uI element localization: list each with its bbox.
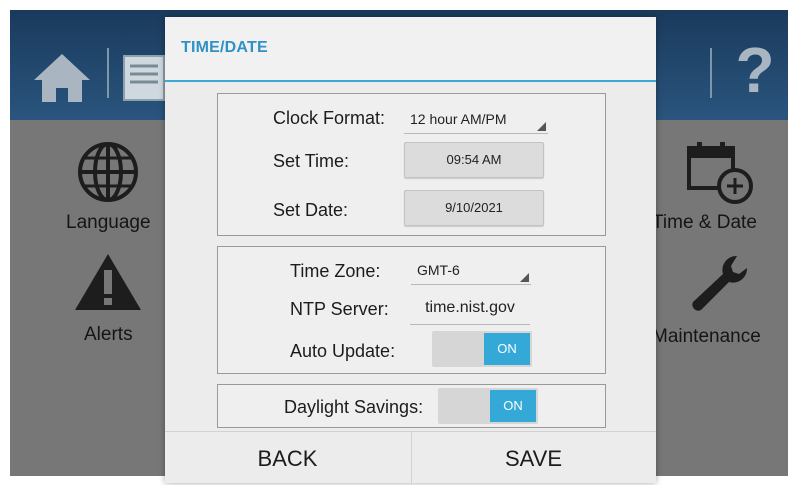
set-date-label: Set Date: <box>273 200 349 220</box>
dialog-title: TIME/DATE <box>181 39 268 56</box>
calendar-clock-icon <box>687 142 753 204</box>
wrench-icon <box>692 255 748 311</box>
alerts-tile[interactable]: Alerts <box>50 252 166 346</box>
home-icon[interactable] <box>30 50 94 111</box>
help-glyph: ? <box>735 34 774 104</box>
network-time-group: Time Zone: GMT-6 NTP Server: time.nist.g… <box>217 246 606 374</box>
daylight-savings-group: Daylight Savings: ON <box>217 384 606 428</box>
dropdown-arrow-icon <box>520 273 529 282</box>
time-date-dialog: TIME/DATE Clock Format: 12 hour AM/PM Se… <box>165 17 656 484</box>
clock-settings-group: Clock Format: 12 hour AM/PM Set Time: 09… <box>217 93 606 236</box>
set-date-button[interactable]: 9/10/2021 <box>404 190 544 226</box>
warning-icon <box>75 254 141 310</box>
topbar-divider <box>107 48 109 98</box>
ntp-server-label: NTP Server: <box>290 299 389 319</box>
set-time-label: Set Time: <box>273 151 350 171</box>
time-zone-dropdown[interactable]: GMT-6 <box>411 259 531 285</box>
time-date-label: Time & Date <box>652 212 757 233</box>
daylight-savings-toggle[interactable]: ON <box>438 388 538 424</box>
dialog-footer: BACK SAVE <box>165 431 656 484</box>
auto-update-toggle-knob: ON <box>484 333 530 365</box>
topbar-divider <box>710 48 712 98</box>
alerts-label: Alerts <box>84 324 133 345</box>
auto-update-label: Auto Update: <box>290 341 396 361</box>
maintenance-label: Maintenance <box>652 326 761 347</box>
language-label: Language <box>66 212 151 233</box>
back-button[interactable]: BACK <box>165 432 410 484</box>
help-icon[interactable]: ? <box>732 34 778 109</box>
dropdown-arrow-icon <box>537 122 546 131</box>
dialog-header: TIME/DATE <box>165 17 656 82</box>
maintenance-tile[interactable]: Maintenance <box>652 252 788 348</box>
clock-format-value: 12 hour AM/PM <box>410 111 507 127</box>
ntp-server-input[interactable]: time.nist.gov <box>410 299 530 325</box>
clock-format-label: Clock Format: <box>273 108 386 128</box>
daylight-savings-toggle-knob: ON <box>490 390 536 422</box>
auto-update-toggle[interactable]: ON <box>432 331 532 367</box>
set-time-button[interactable]: 09:54 AM <box>404 142 544 178</box>
notes-icon[interactable] <box>122 54 166 107</box>
time-zone-value: GMT-6 <box>417 262 460 278</box>
time-zone-label: Time Zone: <box>290 261 381 281</box>
daylight-savings-label: Daylight Savings: <box>284 397 424 417</box>
save-button[interactable]: SAVE <box>411 432 656 484</box>
language-tile[interactable]: Language <box>50 140 166 234</box>
clock-format-dropdown[interactable]: 12 hour AM/PM <box>404 108 548 134</box>
time-date-tile[interactable]: Time & Date <box>652 140 788 234</box>
globe-icon <box>78 142 138 202</box>
